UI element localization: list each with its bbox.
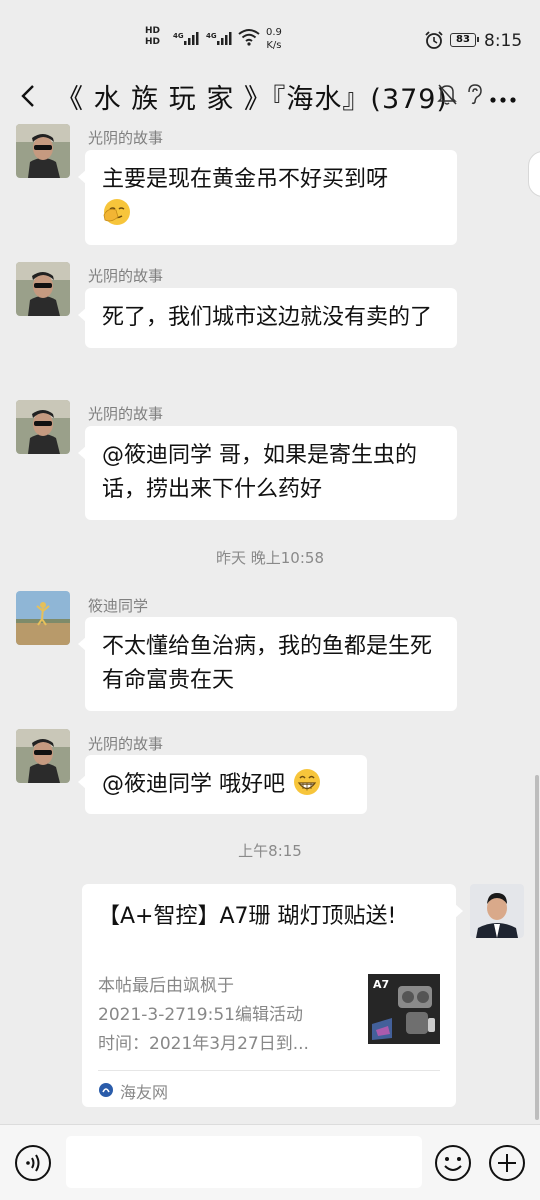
message-bubble[interactable]: @筱迪同学 哥，如果是寄生虫的话，捞出来下什么药好 [78, 426, 457, 520]
emoji-button[interactable] [434, 1144, 472, 1182]
link-card-desc-line: 2021-3-2719:51编辑活动 [98, 1005, 303, 1025]
floating-edge-button[interactable] [528, 151, 540, 197]
clock: 8:15 [484, 31, 523, 51]
message-text: @筱迪同学 哦好吧 [102, 772, 285, 797]
wifi-icon [238, 28, 260, 49]
scrollbar[interactable] [535, 775, 539, 1120]
link-card[interactable]: 【A+智控】A7珊 瑚灯顶贴送! 本帖最后由飒枫于 2021-3-2719:51… [82, 884, 463, 1107]
my-avatar[interactable] [470, 884, 524, 938]
timestamp: 昨天 晚上10:58 [216, 549, 324, 567]
message-text: 主要是现在黄金吊不好买到呀 [102, 167, 389, 192]
status-bar: HD HD 4G 4G 0.9 K/s 83 8:15 [0, 0, 540, 58]
voice-input-button[interactable] [14, 1144, 52, 1182]
voice-icon [15, 1145, 51, 1181]
earpiece-icon [464, 82, 484, 106]
divider [98, 1070, 440, 1071]
message-bubble[interactable]: 主要是现在黄金吊不好买到呀 [78, 150, 457, 245]
signal-icon: 4G [173, 30, 201, 49]
sender-name: 光阴的故事 [88, 405, 164, 423]
message-text: @筱迪同学 哥，如果是寄生虫的话，捞出来下什么药好 [102, 443, 417, 502]
network-type-label: 4G [206, 32, 217, 40]
avatar[interactable] [16, 262, 70, 316]
message-bubble[interactable]: 死了，我们城市这边就没有卖的了 [78, 288, 457, 348]
more-functions-button[interactable] [488, 1144, 526, 1182]
net-speed: 0.9 K/s [266, 27, 282, 51]
hd-indicator: HD HD [145, 26, 161, 47]
sender-name: 光阴的故事 [88, 267, 164, 285]
message-text: 死了，我们城市这边就没有卖的了 [102, 305, 433, 330]
message-text: 不太懂给鱼治病，我的鱼都是生死有命富贵在天 [102, 634, 433, 693]
message-input[interactable] [66, 1136, 422, 1188]
plus-icon [489, 1145, 525, 1181]
link-card-description: 本帖最后由飒枫于 2021-3-2719:51编辑活动 时间：2021年3月27… [98, 972, 353, 1059]
sender-name: 光阴的故事 [88, 735, 164, 753]
link-card-source: 海友网 [120, 1083, 169, 1102]
network-type-label: 4G [173, 32, 184, 40]
smiley-icon [435, 1145, 471, 1181]
link-card-thumbnail: A7 [368, 974, 440, 1044]
thumbnail-label: A7 [373, 978, 389, 991]
more-options-icon[interactable] [488, 90, 518, 103]
message-bubble[interactable]: 不太懂给鱼治病，我的鱼都是生死有命富贵在天 [78, 617, 457, 711]
chat-title: 《 水 族 玩 家 》『海水』(379) [56, 84, 449, 115]
sender-name: 光阴的故事 [88, 129, 164, 147]
input-bar [0, 1124, 540, 1200]
facepalm-emoji-icon [102, 197, 132, 227]
avatar[interactable] [16, 124, 70, 178]
timestamp: 上午8:15 [238, 842, 302, 860]
avatar[interactable] [16, 729, 70, 783]
message-bubble[interactable]: @筱迪同学 哦好吧 [78, 755, 367, 814]
signal-icon: 4G [206, 30, 234, 49]
link-card-title: 【A+智控】A7珊 瑚灯顶贴送! [98, 904, 397, 929]
mute-bell-icon [436, 82, 458, 106]
link-card-desc-line: 时间：2021年3月27日到... [98, 1034, 309, 1054]
chat-header: 《 水 族 玩 家 》『海水』(379) [0, 70, 540, 122]
link-card-desc-line: 本帖最后由飒枫于 [98, 976, 234, 996]
avatar[interactable] [16, 400, 70, 454]
sender-name: 筱迪同学 [88, 597, 149, 615]
grin-emoji-icon [292, 767, 322, 797]
source-logo-icon [99, 1082, 113, 1097]
alarm-icon [424, 30, 444, 53]
back-arrow-icon[interactable] [14, 76, 44, 116]
battery-indicator: 83 [450, 33, 479, 47]
avatar[interactable] [16, 591, 70, 645]
